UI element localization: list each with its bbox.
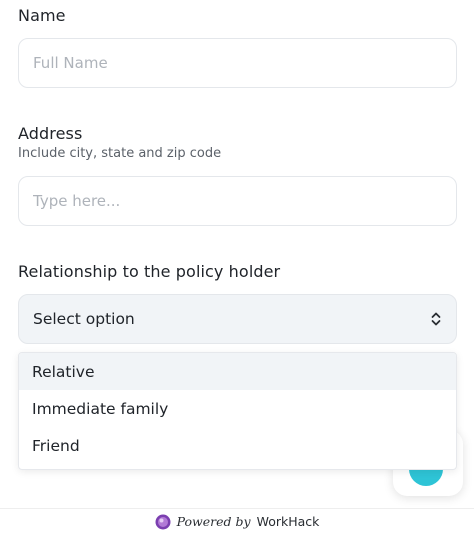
address-hint: Include city, state and zip code [18,146,222,161]
relationship-select-value: Select option [33,310,135,328]
relationship-select[interactable]: Select option [18,294,457,344]
full-name-input[interactable] [18,38,457,88]
option-immediate-family[interactable]: Immediate family [19,390,456,427]
brand-link[interactable]: WorkHack [257,514,320,529]
address-input[interactable] [18,176,457,226]
footer: Powered by WorkHack [0,508,474,534]
option-relative[interactable]: Relative [19,353,456,390]
relationship-dropdown: Relative Immediate family Friend [18,352,457,470]
powered-by-text: Powered by [176,514,251,529]
address-label: Address [18,124,83,143]
option-friend[interactable]: Friend [19,427,456,464]
relationship-label: Relationship to the policy holder [18,262,281,281]
workhack-logo-icon [155,514,171,529]
chevron-up-down-icon [431,312,441,326]
name-label: Name [18,6,66,25]
form-page: Name Address Include city, state and zip… [0,0,474,534]
